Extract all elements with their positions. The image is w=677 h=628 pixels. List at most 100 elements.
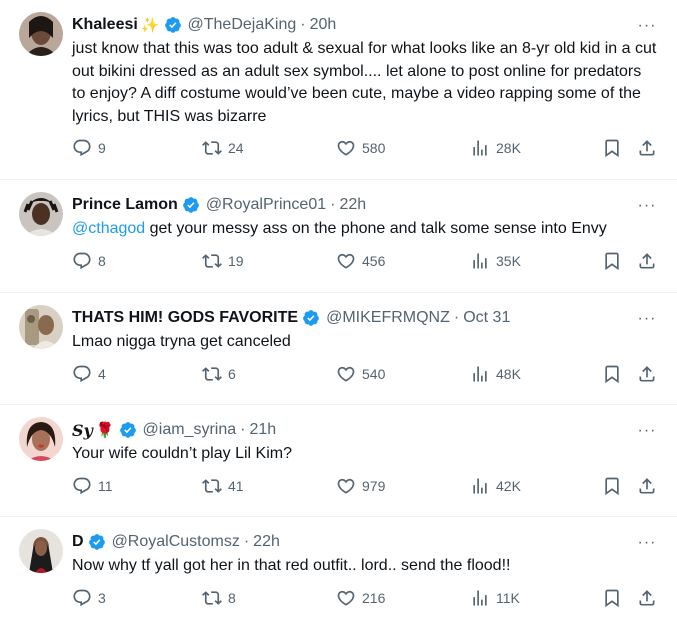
- sparkles-emoji: ✨: [140, 17, 160, 34]
- share-icon: [639, 140, 655, 156]
- reply-button[interactable]: 11: [72, 476, 113, 496]
- repost-icon: [202, 141, 222, 155]
- display-name[interactable]: THATS HIM! GODS FAVORITE: [72, 309, 298, 327]
- timestamp[interactable]: Oct 31: [463, 309, 510, 327]
- tweet[interactable]: THATS HIM! GODS FAVORITE @MIKEFRMQNZ · O…: [0, 293, 677, 405]
- mention-link[interactable]: @cthagod: [72, 220, 145, 237]
- share-button[interactable]: [637, 251, 657, 271]
- user-handle[interactable]: @RoyalCustomsz: [112, 533, 240, 551]
- tweet-text: Your wife couldn’t play Lil Kim?: [72, 445, 292, 462]
- share-button[interactable]: [637, 588, 657, 608]
- tweet[interactable]: Sy 🌹 @iam_syrina · 21h ··· Your wife cou…: [0, 405, 677, 517]
- timestamp[interactable]: 22h: [339, 196, 366, 214]
- user-handle[interactable]: @TheDejaKing: [188, 16, 297, 34]
- more-icon[interactable]: ···: [637, 309, 657, 329]
- reply-icon: [73, 139, 91, 157]
- bookmark-button[interactable]: [602, 588, 622, 608]
- action-bar: 9 24 580 28K: [72, 128, 661, 174]
- tweet-text: @cthagod get your messy ass on the phone…: [72, 218, 657, 241]
- views-button[interactable]: 11K: [470, 588, 520, 608]
- like-button[interactable]: 979: [336, 476, 385, 496]
- display-name[interactable]: Khaleesi: [72, 16, 138, 34]
- views-button[interactable]: 48K: [470, 364, 521, 384]
- avatar[interactable]: [19, 192, 63, 236]
- reply-feed: Khaleesi ✨ @TheDejaKing · 20h ··· just k…: [0, 0, 677, 628]
- like-icon: [337, 366, 355, 382]
- verified-badge-icon: [88, 533, 106, 551]
- more-icon[interactable]: ···: [637, 533, 657, 553]
- reply-count: 3: [98, 589, 106, 606]
- timestamp[interactable]: 22h: [253, 533, 280, 551]
- share-button[interactable]: [637, 364, 657, 384]
- user-handle[interactable]: @iam_syrina: [143, 421, 237, 439]
- view-count: 11K: [496, 589, 520, 606]
- bookmark-button[interactable]: [602, 138, 622, 158]
- bookmark-button[interactable]: [602, 251, 622, 271]
- like-button[interactable]: 216: [336, 588, 385, 608]
- like-count: 979: [362, 477, 386, 494]
- display-name[interactable]: D: [72, 533, 84, 551]
- repost-count: 19: [228, 252, 244, 269]
- views-button[interactable]: 28K: [470, 138, 521, 158]
- separator: ·: [300, 16, 306, 33]
- repost-button[interactable]: 19: [202, 251, 244, 271]
- reply-button[interactable]: 9: [72, 138, 106, 158]
- bookmark-icon: [605, 139, 619, 158]
- rose-emoji: 🌹: [95, 422, 115, 439]
- avatar[interactable]: [19, 529, 63, 573]
- views-icon: [473, 478, 487, 493]
- more-icon[interactable]: ···: [637, 421, 657, 441]
- avatar[interactable]: [19, 417, 63, 461]
- user-handle[interactable]: @RoyalPrince01: [206, 196, 326, 214]
- action-bar: 8 19 456 35K: [72, 241, 661, 287]
- bookmark-icon: [605, 252, 619, 270]
- repost-button[interactable]: 8: [202, 588, 236, 608]
- repost-button[interactable]: 24: [202, 138, 244, 158]
- action-bar: 11 41 979 42K: [72, 466, 661, 512]
- avatar[interactable]: [19, 305, 63, 349]
- share-button[interactable]: [637, 476, 657, 496]
- tweet-text-body: get your messy ass on the phone and talk…: [145, 220, 607, 237]
- repost-button[interactable]: 41: [202, 476, 244, 496]
- bookmark-button[interactable]: [602, 476, 622, 496]
- share-icon: [639, 589, 655, 605]
- verified-badge-icon: [119, 421, 137, 439]
- reply-icon: [73, 252, 91, 269]
- repost-icon: [202, 253, 222, 268]
- timestamp[interactable]: 21h: [249, 421, 276, 439]
- like-button[interactable]: 456: [336, 251, 385, 271]
- view-count: 48K: [496, 365, 521, 382]
- more-icon[interactable]: ···: [637, 196, 657, 216]
- reply-count: 11: [98, 477, 113, 494]
- bookmark-button[interactable]: [602, 364, 622, 384]
- reply-button[interactable]: 8: [72, 251, 106, 271]
- share-button[interactable]: [637, 138, 657, 158]
- timestamp[interactable]: 20h: [310, 16, 337, 34]
- repost-icon: [202, 478, 222, 493]
- tweet-header: THATS HIM! GODS FAVORITE @MIKEFRMQNZ · O…: [72, 307, 661, 329]
- reply-button[interactable]: 4: [72, 364, 106, 384]
- share-icon: [639, 477, 655, 493]
- reply-button[interactable]: 3: [72, 588, 106, 608]
- like-button[interactable]: 580: [336, 138, 385, 158]
- reply-count: 4: [98, 365, 106, 382]
- avatar[interactable]: [19, 12, 63, 56]
- display-name[interactable]: Prince Lamon: [72, 196, 178, 214]
- repost-button[interactable]: 6: [202, 364, 236, 384]
- user-handle[interactable]: @MIKEFRMQNZ: [326, 309, 450, 327]
- tweet[interactable]: D @RoyalCustomsz · 22h ··· Now why tf ya…: [0, 517, 677, 628]
- tweet-text: Now why tf yall got her in that red outf…: [72, 557, 511, 574]
- reply-icon: [73, 477, 91, 494]
- tweet[interactable]: Khaleesi ✨ @TheDejaKing · 20h ··· just k…: [0, 0, 677, 180]
- like-button[interactable]: 540: [336, 364, 385, 384]
- share-icon: [639, 365, 655, 381]
- display-name[interactable]: Sy: [72, 421, 93, 440]
- more-icon[interactable]: ···: [637, 16, 657, 36]
- views-icon: [473, 253, 487, 268]
- separator: ·: [453, 309, 460, 326]
- tweet[interactable]: Prince Lamon @RoyalPrince01 · 22h ··· @c…: [0, 180, 677, 293]
- views-button[interactable]: 42K: [470, 476, 521, 496]
- repost-count: 6: [228, 365, 236, 382]
- reply-count: 9: [98, 140, 106, 156]
- views-button[interactable]: 35K: [470, 251, 521, 271]
